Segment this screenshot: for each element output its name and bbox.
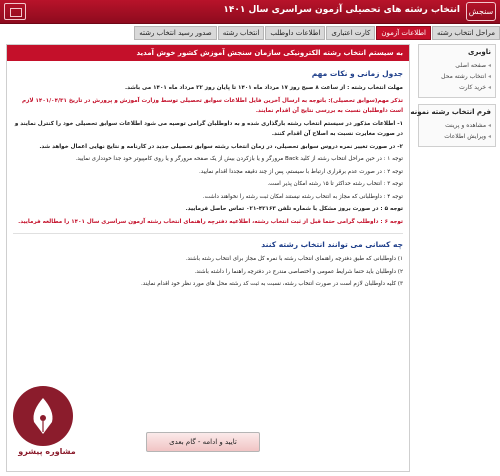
ornament-icon xyxy=(4,3,26,20)
header-title: انتخاب رشته های تحصیلی آزمون سراسری سال … xyxy=(223,5,460,15)
sidebar-item-home[interactable]: صفحه اصلی xyxy=(423,60,491,71)
sidebar-item-field-selection[interactable]: انتخاب رشته محل xyxy=(423,71,491,82)
deadline-text: مهلت انتخاب رشته : از ساعت ۸ صبح روز ۱۷ … xyxy=(125,85,403,91)
section-title-schedule: جدول زمانی و نکات مهم xyxy=(311,69,403,78)
tip-4: توجه ۴ : داوطلبانی که مجاز به انتخاب رشت… xyxy=(202,193,403,200)
tab-issue-receipt[interactable]: صدور رسید انتخاب رشته xyxy=(134,26,217,40)
main-content: جدول زمانی و نکات مهم مهلت انتخاب رشته :… xyxy=(7,61,409,296)
nav-box: ناوبری صفحه اصلی انتخاب رشته محل خرید کا… xyxy=(418,44,496,98)
eligibility-item-2: ۲) داوطلبان باید حتما شرایط عمومی و اختص… xyxy=(194,268,403,275)
tab-credit-card[interactable]: کارت اعتباری xyxy=(326,26,376,40)
tip-3: توجه ۳ : انتخاب رشته حداکثر تا ۱۵ رشته ا… xyxy=(267,181,403,187)
tip-2: توجه ۲ : در صورت عدم برقراری ارتباط با س… xyxy=(199,168,403,175)
divider xyxy=(13,233,403,234)
sidebar-item-view-print[interactable]: مشاهده و پرینت xyxy=(423,120,491,131)
welcome-banner: به سیستم انتخاب رشته الکترونیکی سازمان س… xyxy=(7,45,409,61)
tip-6: توجه ۶ : داوطلب گرامی حتما قبل از ثبت ان… xyxy=(18,218,403,225)
top-header: سنجش انتخاب رشته های تحصیلی آزمون سراسری… xyxy=(0,0,500,24)
sidebar: ناوبری صفحه اصلی انتخاب رشته محل خرید کا… xyxy=(400,44,496,153)
main-tabs: مراحل انتخاب رشته اطلاعات آزمون کارت اعت… xyxy=(0,26,500,40)
confirm-next-button[interactable]: تایید و ادامه - گام بعدی xyxy=(146,432,260,452)
warning-text: تذکر مهم(سوابق تحصیلی): باتوجه به ارسال … xyxy=(22,97,403,115)
sidebar-item-buy-card[interactable]: خرید کارت xyxy=(423,82,491,93)
eligibility-item-1: ۱) داوطلبانی که طبق دفترچه راهنمای انتخا… xyxy=(185,256,403,262)
note-2: ۲- در صورت تغییر نمره دروس سوابق تحصیلی،… xyxy=(39,143,403,150)
form-box: فرم انتخاب رشته نمونه ام مشاهده و پرینت … xyxy=(400,104,496,147)
sidebar-item-edit-info[interactable]: ویرایش اطلاعات xyxy=(423,131,491,142)
tab-selection-steps[interactable]: مراحل انتخاب رشته xyxy=(432,26,500,40)
pen-nib-icon xyxy=(33,398,53,434)
tab-field-selection[interactable]: انتخاب رشته xyxy=(217,26,265,40)
nav-title: ناوبری xyxy=(467,48,491,56)
eligibility-item-3: ۳) کلیه داوطلبان لازم است در صورت انتخاب… xyxy=(140,281,403,287)
watermark-logo: مشاوره پیشرو xyxy=(3,386,91,476)
note-1: ۱- اطلاعات مذکور در سیستم انتخاب رشته با… xyxy=(14,120,403,138)
tip-1: توجه ۱ : در حین مراحل انتخاب رشته از کلی… xyxy=(75,156,403,162)
form-title: فرم انتخاب رشته نمونه ام xyxy=(400,108,491,116)
tip-5: توجه ۵ : در صورت بروز مشکل با شماره تلفن… xyxy=(185,206,403,212)
tab-candidate-info[interactable]: اطلاعات داوطلب xyxy=(265,26,326,40)
tab-exam-info[interactable]: اطلاعات آزمون xyxy=(376,26,431,40)
sanjesh-logo: سنجش xyxy=(466,2,496,21)
section-title-eligibility: چه کسانی می توانند انتخاب رشته کنند xyxy=(261,240,403,249)
logo-text: مشاوره پیشرو xyxy=(18,447,76,456)
